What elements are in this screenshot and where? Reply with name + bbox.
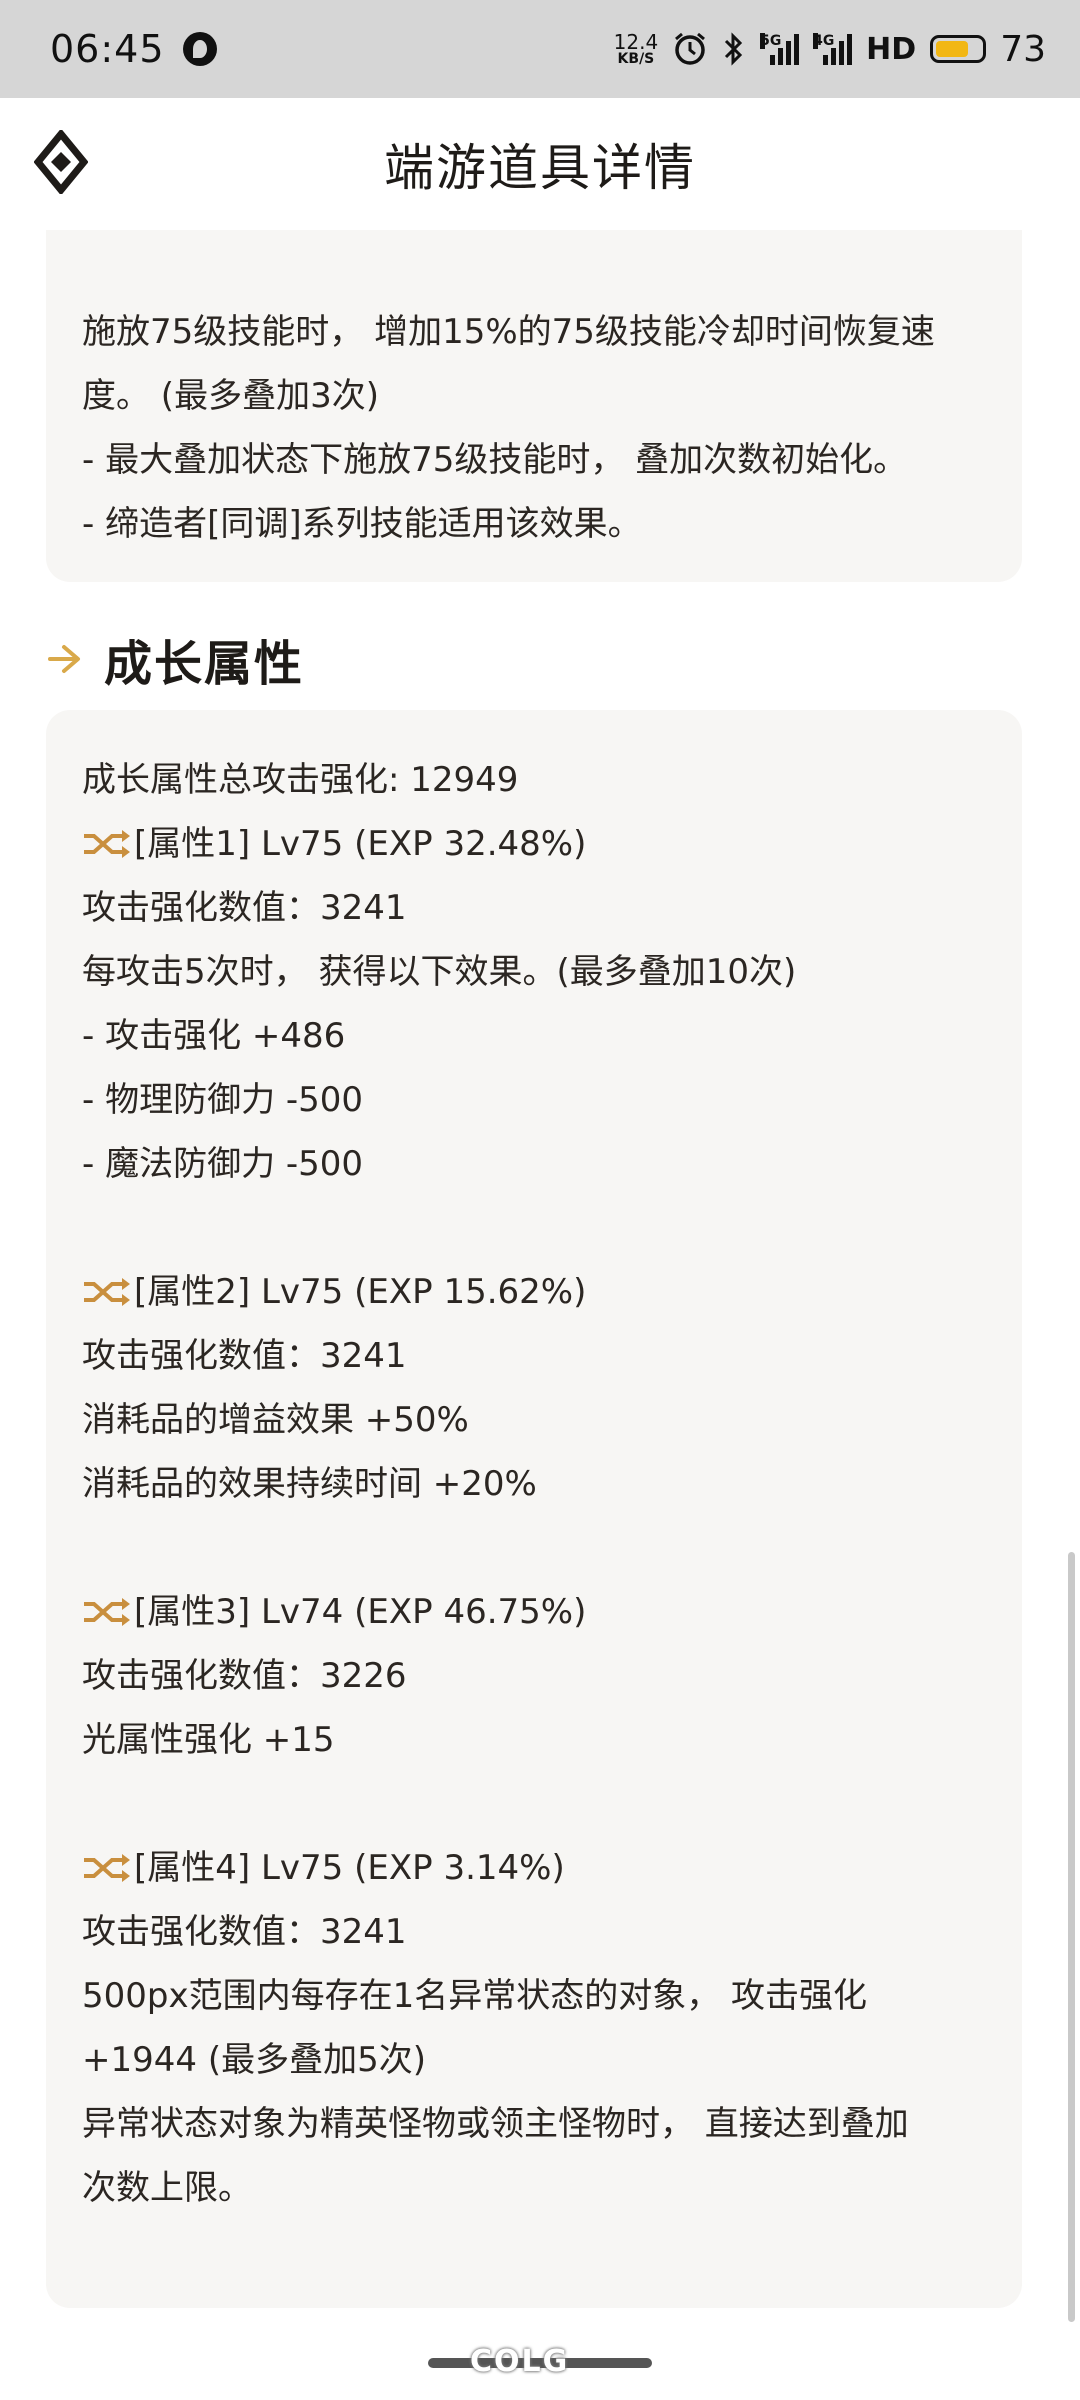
property-1-line: 每攻击5次时， 获得以下效果。(最多叠加10次) xyxy=(82,952,797,992)
property-4-line: 次数上限。 xyxy=(82,2168,252,2208)
alarm-icon xyxy=(675,32,706,65)
battery-icon xyxy=(930,35,987,63)
property-1-line: 攻击强化数值：3241 xyxy=(82,888,407,928)
signal-4g-label: 4G xyxy=(813,33,835,49)
property-3-header: [属性3] Lv74 (EXP 46.75%) xyxy=(82,1580,986,1644)
growth-card: 成长属性总攻击强化: 12949 [属性1] Lv75 (EXP 32.48%)… xyxy=(46,710,1022,2308)
shuffle-icon xyxy=(84,1278,130,1306)
section-title-label: 成长属性 xyxy=(104,636,305,692)
scrollbar[interactable] xyxy=(1068,1552,1075,2322)
arrow-right-icon xyxy=(48,645,80,673)
property-4-line: 异常状态对象为精英怪物或领主怪物时， 直接达到叠加 xyxy=(82,2104,909,2144)
network-speed-unit: KB/S xyxy=(617,51,655,67)
property-2-line: 消耗品的增益效果 +50% xyxy=(82,1400,469,1440)
app-header: 端游道具详情 xyxy=(0,98,1080,230)
property-4-header: [属性4] Lv75 (EXP 3.14%) xyxy=(82,1836,986,1900)
growth-total: 成长属性总攻击强化: 12949 xyxy=(82,760,519,800)
property-1-line: - 魔法防御力 -500 xyxy=(82,1144,364,1184)
property-4-line: 攻击强化数值：3241 xyxy=(82,1912,407,1952)
section-title: 成长属性 xyxy=(46,624,304,694)
signal-5g-icon: 5G xyxy=(760,33,800,65)
status-bar: 06:45 12.4 KB/S 5G 4G HD 73 xyxy=(0,0,1080,98)
effect-card: 施放75级技能时， 增加15%的75级技能冷却时间恢复速 度。 (最多叠加3次)… xyxy=(46,230,1022,582)
property-4-line: 500px范围内每存在1名异常状态的对象， 攻击强化 xyxy=(82,1976,868,2016)
property-2-line: 攻击强化数值：3241 xyxy=(82,1336,407,1376)
property-2-header: [属性2] Lv75 (EXP 15.62%) xyxy=(82,1260,986,1324)
shuffle-icon xyxy=(84,830,130,858)
diamond-logo-icon[interactable] xyxy=(34,130,88,194)
shuffle-icon xyxy=(84,1854,130,1882)
property-4-title: [属性4] Lv75 (EXP 3.14%) xyxy=(134,1848,565,1888)
effect-line: - 缔造者[同调]系列技能适用该效果。 xyxy=(82,504,642,544)
property-3-title: [属性3] Lv74 (EXP 46.75%) xyxy=(134,1592,587,1632)
property-1-line: - 攻击强化 +486 xyxy=(82,1016,346,1056)
property-1-line: - 物理防御力 -500 xyxy=(82,1080,364,1120)
status-time: 06:45 xyxy=(50,27,165,71)
signal-5g-label: 5G xyxy=(760,33,782,49)
network-speed-value: 12.4 xyxy=(613,30,659,54)
property-4-line: +1944 (最多叠加5次) xyxy=(82,2040,426,2080)
property-3-line: 光属性强化 +15 xyxy=(82,1720,335,1760)
property-2-line: 消耗品的效果持续时间 +20% xyxy=(82,1464,537,1504)
hd-voice-icon: HD xyxy=(866,31,917,67)
property-1-title: [属性1] Lv75 (EXP 32.48%) xyxy=(134,824,587,864)
battery-percent: 73 xyxy=(1000,28,1046,70)
notification-icon xyxy=(182,32,217,66)
effect-line: - 最大叠加状态下施放75级技能时， 叠加次数初始化。 xyxy=(82,440,908,480)
shuffle-icon xyxy=(84,1598,130,1626)
property-1-header: [属性1] Lv75 (EXP 32.48%) xyxy=(82,812,986,876)
navigation-bar: COLG xyxy=(0,2330,1080,2400)
network-speed: 12.4 KB/S xyxy=(614,32,659,66)
property-2-title: [属性2] Lv75 (EXP 15.62%) xyxy=(134,1272,587,1312)
bluetooth-icon xyxy=(725,32,743,66)
status-icons: 12.4 KB/S 5G 4G HD 73 xyxy=(614,29,1046,70)
page-title: 端游道具详情 xyxy=(384,139,696,197)
signal-4g-icon: 4G xyxy=(813,33,853,65)
property-3-line: 攻击强化数值：3226 xyxy=(82,1656,407,1696)
watermark: COLG xyxy=(470,2344,570,2379)
effect-line: 施放75级技能时， 增加15%的75级技能冷却时间恢复速 xyxy=(82,312,935,352)
effect-line: 度。 (最多叠加3次) xyxy=(82,376,379,416)
battery-level xyxy=(936,41,969,57)
